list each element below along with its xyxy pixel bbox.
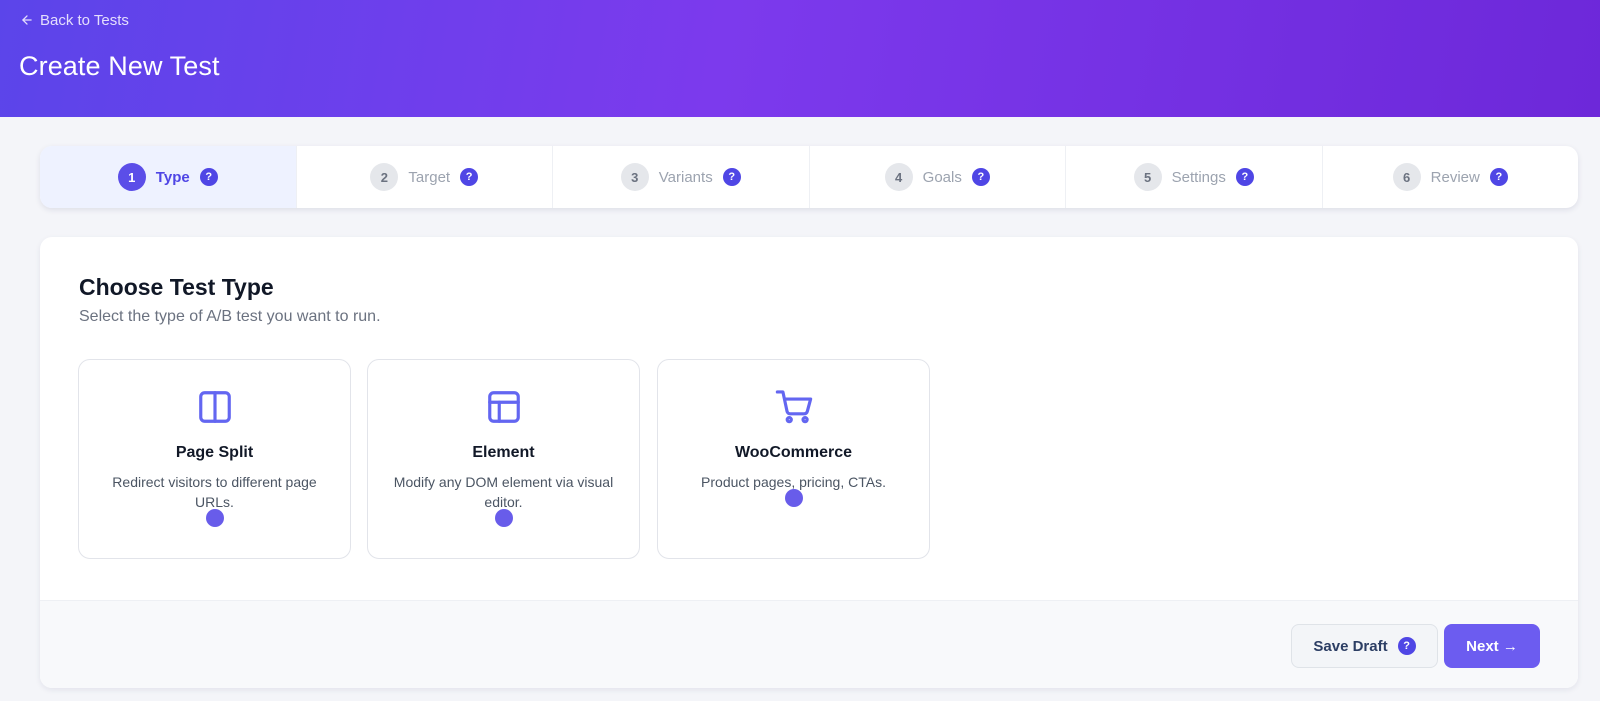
wizard-stepper: 1 Type ? 2 Target ? 3 Variants ? 4 Goals… — [40, 146, 1578, 208]
back-to-tests-link[interactable]: Back to Tests — [20, 11, 129, 29]
step-label: Type — [155, 168, 190, 186]
step-label: Review — [1430, 168, 1480, 186]
save-draft-label: Save Draft — [1313, 637, 1388, 655]
step-number: 3 — [620, 163, 649, 191]
help-icon[interactable]: ? — [1489, 168, 1508, 186]
test-type-panel: Choose Test Type Select the type of A/B … — [40, 237, 1578, 688]
help-icon[interactable] — [784, 489, 803, 507]
layout-icon — [485, 388, 523, 426]
test-type-card-element[interactable]: Element Modify any DOM element via visua… — [367, 359, 640, 559]
help-icon[interactable]: ? — [460, 168, 479, 186]
card-description: Redirect visitors to different page URLs… — [112, 474, 317, 510]
card-title: Element — [472, 444, 535, 461]
help-icon[interactable] — [205, 509, 224, 527]
help-icon[interactable]: ? — [722, 168, 741, 186]
step-label: Variants — [658, 168, 713, 186]
step-label: Settings — [1171, 168, 1226, 186]
step-number: 2 — [370, 163, 399, 191]
page-title: Create New Test — [19, 51, 220, 81]
shopping-cart-icon — [775, 388, 813, 426]
wizard-footer: Save Draft ? Next → — [40, 600, 1578, 688]
step-label: Target — [408, 168, 451, 186]
step-number: 4 — [884, 163, 913, 191]
step-number: 5 — [1133, 163, 1162, 191]
arrow-left-icon — [22, 15, 32, 25]
section-title: Choose Test Type — [79, 274, 274, 300]
step-variants[interactable]: 3 Variants ? — [552, 146, 809, 208]
section-subtitle: Select the type of A/B test you want to … — [79, 308, 381, 325]
help-icon[interactable]: ? — [971, 168, 990, 186]
page-header: Back to Tests Create New Test — [0, 0, 1600, 117]
card-title: Page Split — [175, 444, 254, 461]
card-description: Modify any DOM element via visual editor… — [393, 474, 614, 510]
step-settings[interactable]: 5 Settings ? — [1065, 146, 1322, 208]
card-title: WooCommerce — [734, 444, 853, 461]
next-button[interactable]: Next → — [1444, 624, 1540, 668]
step-type[interactable]: 1 Type ? — [40, 146, 296, 208]
save-draft-button[interactable]: Save Draft ? — [1291, 624, 1438, 668]
help-icon[interactable]: ? — [199, 168, 218, 186]
step-review[interactable]: 6 Review ? — [1321, 146, 1579, 208]
help-icon[interactable]: ? — [1397, 637, 1416, 655]
split-columns-icon — [196, 388, 234, 426]
help-icon[interactable]: ? — [1235, 168, 1254, 186]
step-goals[interactable]: 4 Goals ? — [808, 146, 1066, 208]
step-number: 1 — [117, 163, 146, 191]
step-number: 6 — [1392, 163, 1421, 191]
step-target[interactable]: 2 Target ? — [295, 146, 553, 208]
test-type-card-page-split[interactable]: Page Split Redirect visitors to differen… — [78, 359, 351, 559]
test-type-card-woocommerce[interactable]: WooCommerce Product pages, pricing, CTAs… — [657, 359, 930, 559]
help-icon[interactable] — [494, 509, 513, 527]
back-link-label: Back to Tests — [40, 11, 129, 29]
step-label: Goals — [922, 168, 962, 186]
